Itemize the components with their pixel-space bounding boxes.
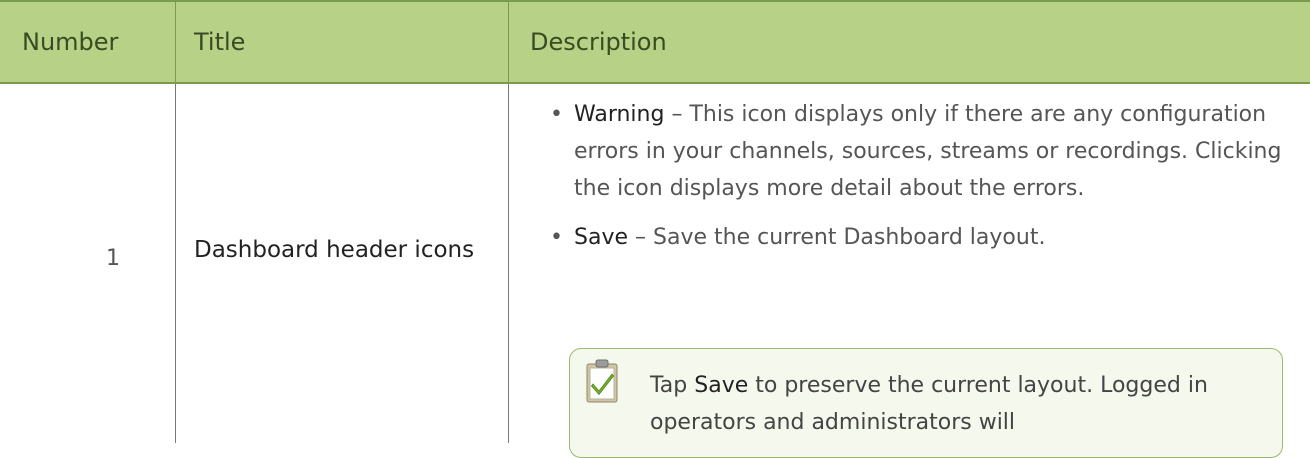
bullet-icon: • [550,225,563,250]
list-item: • Warning – This icon displays only if th… [548,96,1288,207]
header-divider [508,0,509,84]
note-callout: Tap Save to preserve the current layout.… [569,348,1283,458]
bullet-icon: • [550,102,563,127]
row-title: Dashboard header icons [194,237,475,263]
header-title: Title [194,28,246,56]
note-text: Tap Save to preserve the current layout.… [650,367,1270,441]
column-divider [508,84,509,443]
description-table: Number Title Description 1 Dashboard hea… [0,0,1310,458]
list-item: • Save – Save the current Dashboard layou… [548,219,1288,256]
note-term-save: Save [694,373,749,398]
note-prefix: Tap [650,373,695,398]
header-number: Number [22,28,119,56]
description-text: – Save the current Dashboard layout. [628,225,1046,250]
row-number: 1 [106,246,120,271]
table-header-row: Number Title Description [0,0,1310,84]
clipboard-check-icon [586,359,618,403]
column-divider [175,84,176,443]
description-text: – This icon displays only if there are a… [574,102,1282,201]
term-warning: Warning [574,102,665,127]
term-save: Save [574,225,629,250]
description-list: • Warning – This icon displays only if th… [548,96,1288,268]
header-description: Description [530,28,667,56]
header-divider [175,0,176,84]
